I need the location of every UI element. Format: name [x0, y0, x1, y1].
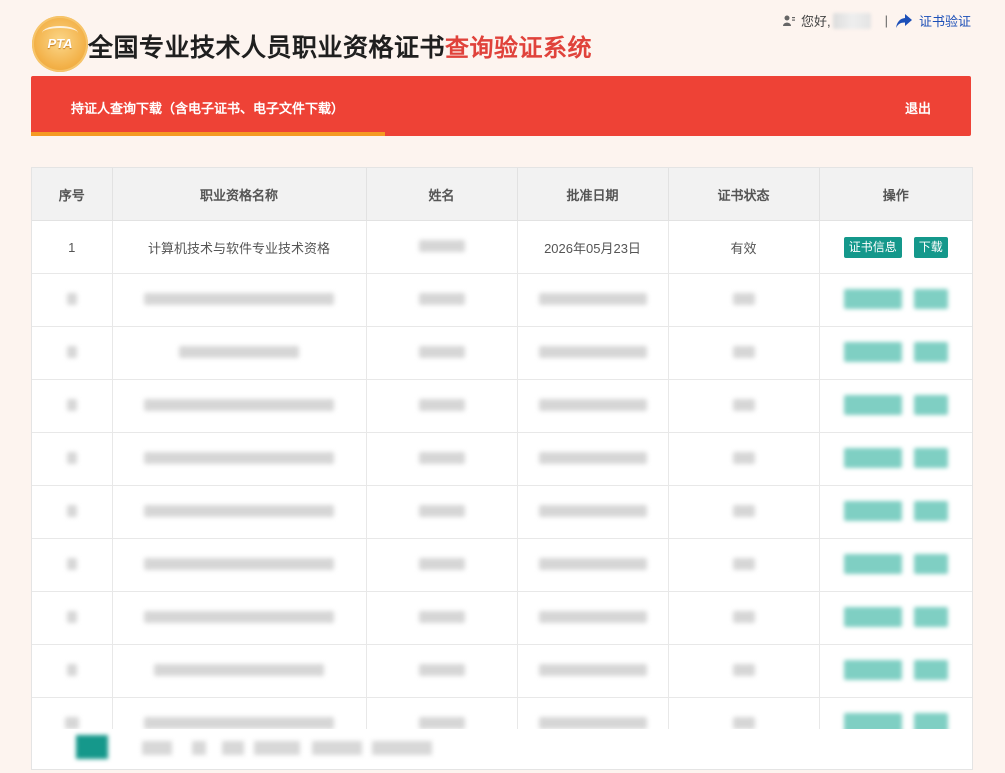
separator: | [884, 13, 888, 28]
col-name: 姓名 [366, 168, 518, 221]
row-actions: 证书信息 下载 [819, 220, 972, 274]
pagination-item[interactable] [192, 741, 206, 755]
table-row-redacted [32, 485, 972, 539]
col-actions: 操作 [819, 168, 972, 221]
pagination-item[interactable] [312, 741, 362, 755]
tab-holder-query-download[interactable]: 持证人查询下载（含电子证书、电子文件下载） [71, 98, 344, 117]
col-status: 证书状态 [668, 168, 820, 221]
table-row-redacted [32, 326, 972, 380]
row-qualification: 计算机技术与软件专业技术资格 [112, 220, 367, 274]
table-row-redacted [32, 644, 972, 698]
row-status: 有效 [668, 220, 820, 274]
table-row-redacted [32, 538, 972, 592]
user-icon [782, 15, 795, 26]
pagination-item[interactable] [254, 741, 300, 755]
user-name-redacted [832, 12, 871, 29]
pagination-item[interactable] [372, 741, 432, 755]
row-approval-date: 2026年05月23日 [517, 220, 669, 274]
row-index: 1 [32, 220, 113, 274]
title-sub: 查询验证系统 [445, 35, 593, 62]
logout-button[interactable]: 退出 [905, 98, 931, 117]
pagination-bar [31, 729, 973, 770]
download-button[interactable]: 下载 [913, 236, 948, 258]
table-header-row: 序号 职业资格名称 姓名 批准日期 证书状态 操作 [32, 168, 972, 221]
user-bar: 您好, | 证书验证 [782, 11, 971, 30]
table-row-redacted [32, 432, 972, 486]
table-row-redacted [32, 273, 972, 327]
col-approval-date: 批准日期 [517, 168, 669, 221]
table-row-redacted [32, 591, 972, 645]
logo-text: PTA [47, 36, 73, 51]
page-title: 全国专业技术人员职业资格证书查询验证系统 [88, 28, 592, 64]
greeting-text: 您好, [800, 14, 831, 29]
pagination-item[interactable] [142, 741, 172, 755]
active-tab-underline [31, 132, 385, 136]
certificate-verify-link[interactable]: 证书验证 [895, 11, 971, 30]
nav-bar: 持证人查询下载（含电子证书、电子文件下载） 退出 [31, 76, 971, 136]
table-row: 1 计算机技术与软件专业技术资格 2026年05月23日 有效 证书信息 下载 [32, 220, 972, 274]
certificate-table: 序号 职业资格名称 姓名 批准日期 证书状态 操作 1 计算机技术与软件专业技术… [31, 167, 973, 752]
verify-label: 证书验证 [918, 14, 971, 29]
pagination-item[interactable] [222, 741, 244, 755]
table-row-redacted [32, 379, 972, 433]
col-index: 序号 [32, 168, 113, 221]
row-name-redacted [366, 220, 518, 274]
col-qualification: 职业资格名称 [112, 168, 367, 221]
pagination-current-page[interactable] [76, 735, 108, 759]
certificate-info-button[interactable]: 证书信息 [843, 236, 902, 258]
pta-logo: PTA [32, 16, 88, 72]
title-main: 全国专业技术人员职业资格证书 [88, 34, 446, 62]
share-arrow-icon [895, 13, 912, 28]
